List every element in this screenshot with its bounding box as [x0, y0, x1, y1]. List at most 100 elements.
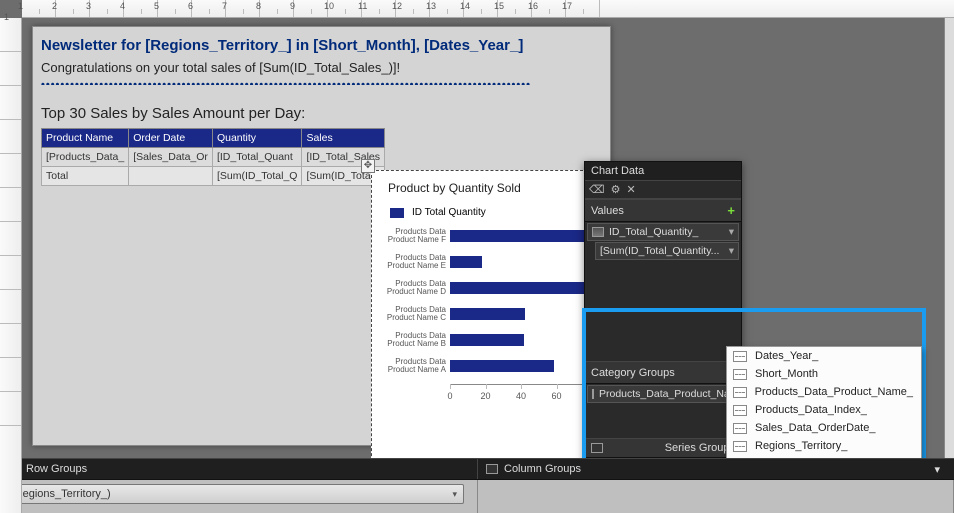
- horizontal-ruler: 1234567891011121314151617: [22, 0, 954, 18]
- bar-track: [450, 230, 584, 242]
- series-groups-label: Series Groups: [665, 442, 735, 454]
- bar-fill: [450, 360, 554, 372]
- tablix-header-cell[interactable]: Order Date: [129, 129, 213, 148]
- row-groups-body[interactable]: (Regions_Territory_) ▾: [0, 480, 478, 513]
- ruler-tick: [0, 392, 21, 426]
- chart-move-handle[interactable]: ✥: [361, 159, 375, 173]
- dotted-separator: ••••••••••••••••••••••••••••••••••••••••…: [41, 79, 602, 85]
- report-congrats-textbox[interactable]: Congratulations on your total sales of […: [41, 58, 602, 79]
- row-group-chip[interactable]: (Regions_Territory_) ▾: [4, 484, 464, 504]
- ruler-tick: 4: [124, 0, 158, 17]
- ruler-tick: 8: [260, 0, 294, 17]
- panel-delete-icon[interactable]: ⌫: [589, 183, 605, 196]
- field-icon: [733, 387, 747, 398]
- chart-bar-row: Products Data Product Name C: [376, 306, 584, 322]
- field-icon: [733, 369, 747, 380]
- category-groups-header[interactable]: Category Groups +: [585, 361, 741, 384]
- menu-item-field[interactable]: Products_Data_Index_: [727, 401, 921, 419]
- ruler-tick: 3: [90, 0, 124, 17]
- ruler-tick: [0, 256, 21, 290]
- tablix-cell[interactable]: [ID_Total_Quant: [212, 148, 302, 167]
- chevron-down-icon[interactable]: ▾: [729, 245, 734, 257]
- ruler-tick: [0, 154, 21, 188]
- chevron-down-icon[interactable]: ▾: [452, 489, 457, 500]
- bar-fill: [450, 282, 584, 294]
- ruler-tick: 5: [158, 0, 192, 17]
- ruler-tick: 1: [0, 18, 21, 52]
- chart-data-toolbar: ⌫ ⚙ ✕: [585, 181, 741, 199]
- tablix-header-cell[interactable]: Sales: [302, 129, 385, 148]
- menu-item-field[interactable]: Products_Data_Product_Name_: [727, 383, 921, 401]
- chart-bar-row: Products Data Product Name F: [376, 228, 584, 244]
- ruler-tick: [0, 358, 21, 392]
- values-section-body: [585, 261, 741, 361]
- tablix-header-cell[interactable]: Product Name: [42, 129, 129, 148]
- axis-tick-label: 60: [551, 391, 561, 401]
- field-icon: [592, 227, 604, 237]
- ruler-tick: 12: [396, 0, 430, 17]
- report-design-surface[interactable]: Newsletter for [Regions_Territory_] in […: [22, 18, 954, 458]
- menu-item-field[interactable]: Short_Month: [727, 365, 921, 383]
- category-section-body: [585, 404, 741, 438]
- ruler-tick: [0, 222, 21, 256]
- menu-item-field[interactable]: Regions_Territory_: [727, 437, 921, 455]
- category-field-item[interactable]: Products_Data_Product_Na... ▾: [587, 385, 739, 403]
- add-value-icon[interactable]: +: [727, 203, 735, 218]
- column-groups-header[interactable]: Column Groups ▾: [478, 459, 954, 479]
- chevron-down-icon[interactable]: ▾: [729, 226, 734, 238]
- menu-item-field[interactable]: Dates_Year_: [727, 347, 921, 365]
- scrollbar-vertical[interactable]: [944, 18, 954, 458]
- row-groups-header[interactable]: Row Groups: [0, 459, 478, 479]
- chart-bar-row: Products Data Product Name D: [376, 280, 584, 296]
- tablix-cell[interactable]: [Sum(ID_Total_Q: [212, 167, 302, 186]
- panel-options-icon[interactable]: ⚙: [611, 183, 621, 196]
- tablix-cell[interactable]: [129, 167, 213, 186]
- legend-swatch-icon: [390, 208, 404, 218]
- column-groups-body[interactable]: [478, 480, 954, 513]
- sales-tablix[interactable]: Product NameOrder DateQuantitySales [Pro…: [41, 128, 385, 186]
- ruler-tick: 9: [294, 0, 328, 17]
- report-subheading-textbox[interactable]: Top 30 Sales by Sales Amount per Day:: [41, 85, 602, 128]
- menu-item-label: Short_Month: [755, 368, 818, 380]
- chart-data-title: Chart Data: [585, 162, 741, 181]
- menu-item-label: Products_Data_Product_Name_: [755, 386, 913, 398]
- tablix-groups-panel[interactable]: Row Groups Column Groups ▾ (Regions_Terr…: [0, 458, 954, 513]
- menu-item-label: Sales_Data_OrderDate_: [755, 422, 875, 434]
- value-field-item[interactable]: ID_Total_Quantity_ ▾: [587, 223, 739, 241]
- tablix-cell[interactable]: [Products_Data_: [42, 148, 129, 167]
- chart-bar-row: Products Data Product Name A: [376, 358, 584, 374]
- chart-bar-row: Products Data Product Name B: [376, 332, 584, 348]
- chevron-down-icon[interactable]: ▾: [934, 463, 946, 476]
- chart-report-item[interactable]: ✥ Product by Quantity Sold ID Total Quan…: [371, 170, 593, 458]
- series-icon: [591, 443, 603, 453]
- bar-fill: [450, 256, 482, 268]
- menu-item-label: Regions_Territory_: [755, 440, 847, 452]
- field-context-menu[interactable]: Dates_Year_ Short_Month Products_Data_Prod…: [726, 346, 922, 458]
- axis-tick-label: 20: [480, 391, 490, 401]
- report-title-textbox[interactable]: Newsletter for [Regions_Territory_] in […: [41, 31, 602, 58]
- bar-fill: [450, 334, 524, 346]
- values-section-label: Values: [591, 205, 624, 217]
- series-groups-header[interactable]: Series Groups: [585, 438, 741, 458]
- value-field-label: ID_Total_Quantity_: [609, 226, 698, 238]
- chart-title[interactable]: Product by Quantity Sold: [372, 171, 592, 203]
- chart-data-panel[interactable]: Chart Data ⌫ ⚙ ✕ Values + ID_Total_Quant…: [584, 161, 742, 458]
- menu-item-field[interactable]: Sales_Data_OrderDate_: [727, 419, 921, 437]
- panel-close-icon[interactable]: ✕: [626, 183, 635, 196]
- chart-plot-area[interactable]: Products Data Product Name F Products Dat…: [372, 228, 592, 374]
- bar-fill: [450, 230, 584, 242]
- tablix-header-cell[interactable]: Quantity: [212, 129, 302, 148]
- report-body[interactable]: Newsletter for [Regions_Territory_] in […: [32, 26, 611, 446]
- bar-track: [450, 256, 584, 268]
- value-expression-item[interactable]: [Sum(ID_Total_Quantity... ▾: [595, 242, 739, 260]
- ruler-tick: 13: [430, 0, 464, 17]
- menu-item-field[interactable]: ID_Total_Sales_: [727, 455, 921, 458]
- tablix-cell[interactable]: Total: [42, 167, 129, 186]
- values-section-header[interactable]: Values +: [585, 199, 741, 222]
- chart-legend[interactable]: ID Total Quantity: [372, 203, 592, 228]
- bar-fill: [450, 308, 525, 320]
- axis-tick-label: 40: [516, 391, 526, 401]
- ruler-tick: [0, 120, 21, 154]
- bar-track: [450, 308, 584, 320]
- tablix-cell[interactable]: [Sales_Data_Or: [129, 148, 213, 167]
